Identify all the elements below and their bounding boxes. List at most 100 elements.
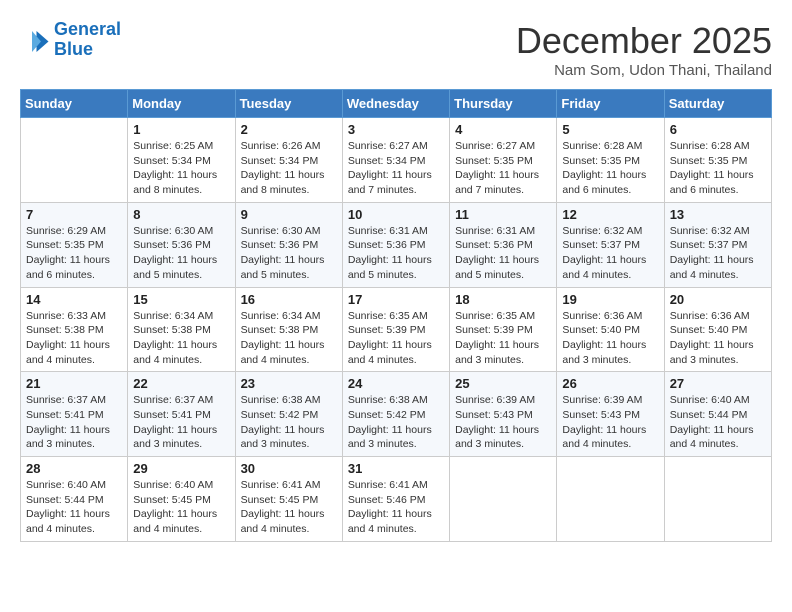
- calendar-cell: 14Sunrise: 6:33 AMSunset: 5:38 PMDayligh…: [21, 287, 128, 372]
- calendar-cell: 31 Sunrise: 6:41 AMSunset: 5:46 PMDayligh…: [342, 457, 449, 542]
- day-info: Sunrise: 6:34 AMSunset: 5:38 PMDaylight:…: [133, 309, 229, 368]
- calendar-cell: 3 Sunrise: 6:27 AMSunset: 5:34 PMDaylight…: [342, 118, 449, 203]
- calendar-cell: 15 Sunrise: 6:34 AMSunset: 5:38 PMDayligh…: [128, 287, 235, 372]
- calendar-week-row: 28 Sunrise: 6:40 AMSunset: 5:44 PMDayligh…: [21, 457, 772, 542]
- weekday-header-tuesday: Tuesday: [235, 90, 342, 118]
- calendar-week-row: 14Sunrise: 6:33 AMSunset: 5:38 PMDayligh…: [21, 287, 772, 372]
- calendar-cell: 1 Sunrise: 6:25 AMSunset: 5:34 PMDaylight…: [128, 118, 235, 203]
- day-number: 15: [133, 292, 229, 307]
- calendar-cell: 24Sunrise: 6:38 AMSunset: 5:42 PMDayligh…: [342, 372, 449, 457]
- day-info: Sunrise: 6:39 AMSunset: 5:43 PMDaylight:…: [562, 393, 658, 452]
- logo-line2: Blue: [54, 39, 93, 59]
- page-header: General Blue December 2025 Nam Som, Udon…: [20, 20, 772, 79]
- day-info: Sunrise: 6:36 AMSunset: 5:40 PMDaylight:…: [670, 309, 766, 368]
- calendar-cell: 16Sunrise: 6:34 AMSunset: 5:38 PMDayligh…: [235, 287, 342, 372]
- day-number: 22: [133, 376, 229, 391]
- day-info: Sunrise: 6:37 AMSunset: 5:41 PMDaylight:…: [133, 393, 229, 452]
- calendar-cell: 5Sunrise: 6:28 AMSunset: 5:35 PMDaylight…: [557, 118, 664, 203]
- day-number: 25: [455, 376, 551, 391]
- calendar-table: SundayMondayTuesdayWednesdayThursdayFrid…: [20, 89, 772, 542]
- day-number: 24: [348, 376, 444, 391]
- logo-line1: General: [54, 19, 121, 39]
- weekday-header-sunday: Sunday: [21, 90, 128, 118]
- calendar-cell: 13 Sunrise: 6:32 AMSunset: 5:37 PMDayligh…: [664, 202, 771, 287]
- day-info: Sunrise: 6:32 AMSunset: 5:37 PMDaylight:…: [562, 224, 658, 283]
- day-info: Sunrise: 6:27 AMSunset: 5:35 PMDaylight:…: [455, 139, 551, 198]
- calendar-cell: [450, 457, 557, 542]
- day-number: 28: [26, 461, 122, 476]
- day-info: Sunrise: 6:30 AMSunset: 5:36 PMDaylight:…: [241, 224, 337, 283]
- logo-text: General Blue: [54, 20, 121, 60]
- day-info: Sunrise: 6:36 AMSunset: 5:40 PMDaylight:…: [562, 309, 658, 368]
- day-number: 3: [348, 122, 444, 137]
- day-number: 29: [133, 461, 229, 476]
- day-number: 16: [241, 292, 337, 307]
- weekday-header-monday: Monday: [128, 90, 235, 118]
- calendar-cell: [557, 457, 664, 542]
- day-number: 2: [241, 122, 337, 137]
- day-number: 1: [133, 122, 229, 137]
- day-number: 23: [241, 376, 337, 391]
- calendar-cell: 8Sunrise: 6:30 AMSunset: 5:36 PMDaylight…: [128, 202, 235, 287]
- day-number: 12: [562, 207, 658, 222]
- calendar-cell: 6Sunrise: 6:28 AMSunset: 5:35 PMDaylight…: [664, 118, 771, 203]
- day-number: 31: [348, 461, 444, 476]
- day-number: 18: [455, 292, 551, 307]
- calendar-cell: [21, 118, 128, 203]
- day-number: 6: [670, 122, 766, 137]
- calendar-week-row: 21 Sunrise: 6:37 AMSunset: 5:41 PMDayligh…: [21, 372, 772, 457]
- calendar-cell: 20 Sunrise: 6:36 AMSunset: 5:40 PMDayligh…: [664, 287, 771, 372]
- day-number: 30: [241, 461, 337, 476]
- day-info: Sunrise: 6:27 AMSunset: 5:34 PMDaylight:…: [348, 139, 444, 198]
- calendar-cell: 21 Sunrise: 6:37 AMSunset: 5:41 PMDayligh…: [21, 372, 128, 457]
- day-info: Sunrise: 6:41 AMSunset: 5:45 PMDaylight:…: [241, 478, 337, 537]
- day-info: Sunrise: 6:38 AMSunset: 5:42 PMDaylight:…: [241, 393, 337, 452]
- day-info: Sunrise: 6:32 AMSunset: 5:37 PMDaylight:…: [670, 224, 766, 283]
- calendar-cell: 4 Sunrise: 6:27 AMSunset: 5:35 PMDaylight…: [450, 118, 557, 203]
- calendar-cell: 11 Sunrise: 6:31 AMSunset: 5:36 PMDayligh…: [450, 202, 557, 287]
- day-number: 19: [562, 292, 658, 307]
- day-number: 11: [455, 207, 551, 222]
- day-number: 14: [26, 292, 122, 307]
- day-number: 13: [670, 207, 766, 222]
- day-info: Sunrise: 6:35 AMSunset: 5:39 PMDaylight:…: [348, 309, 444, 368]
- calendar-week-row: 7Sunrise: 6:29 AMSunset: 5:35 PMDaylight…: [21, 202, 772, 287]
- day-number: 7: [26, 207, 122, 222]
- logo: General Blue: [20, 20, 121, 60]
- day-info: Sunrise: 6:31 AMSunset: 5:36 PMDaylight:…: [455, 224, 551, 283]
- calendar-cell: 12 Sunrise: 6:32 AMSunset: 5:37 PMDayligh…: [557, 202, 664, 287]
- day-info: Sunrise: 6:25 AMSunset: 5:34 PMDaylight:…: [133, 139, 229, 198]
- weekday-header-wednesday: Wednesday: [342, 90, 449, 118]
- day-number: 21: [26, 376, 122, 391]
- calendar-cell: 25Sunrise: 6:39 AMSunset: 5:43 PMDayligh…: [450, 372, 557, 457]
- calendar-cell: 17 Sunrise: 6:35 AMSunset: 5:39 PMDayligh…: [342, 287, 449, 372]
- calendar-cell: 7Sunrise: 6:29 AMSunset: 5:35 PMDaylight…: [21, 202, 128, 287]
- title-block: December 2025 Nam Som, Udon Thani, Thail…: [516, 20, 772, 79]
- calendar-title: December 2025: [516, 20, 772, 62]
- day-info: Sunrise: 6:41 AMSunset: 5:46 PMDaylight:…: [348, 478, 444, 537]
- day-number: 10: [348, 207, 444, 222]
- day-info: Sunrise: 6:40 AMSunset: 5:45 PMDaylight:…: [133, 478, 229, 537]
- calendar-cell: 26Sunrise: 6:39 AMSunset: 5:43 PMDayligh…: [557, 372, 664, 457]
- day-info: Sunrise: 6:40 AMSunset: 5:44 PMDaylight:…: [26, 478, 122, 537]
- calendar-cell: 2Sunrise: 6:26 AMSunset: 5:34 PMDaylight…: [235, 118, 342, 203]
- day-info: Sunrise: 6:40 AMSunset: 5:44 PMDaylight:…: [670, 393, 766, 452]
- day-number: 20: [670, 292, 766, 307]
- calendar-cell: 19 Sunrise: 6:36 AMSunset: 5:40 PMDayligh…: [557, 287, 664, 372]
- day-info: Sunrise: 6:31 AMSunset: 5:36 PMDaylight:…: [348, 224, 444, 283]
- calendar-cell: 28 Sunrise: 6:40 AMSunset: 5:44 PMDayligh…: [21, 457, 128, 542]
- day-number: 17: [348, 292, 444, 307]
- day-number: 4: [455, 122, 551, 137]
- calendar-cell: 10 Sunrise: 6:31 AMSunset: 5:36 PMDayligh…: [342, 202, 449, 287]
- weekday-header-thursday: Thursday: [450, 90, 557, 118]
- calendar-cell: 29 Sunrise: 6:40 AMSunset: 5:45 PMDayligh…: [128, 457, 235, 542]
- day-info: Sunrise: 6:30 AMSunset: 5:36 PMDaylight:…: [133, 224, 229, 283]
- calendar-cell: 23 Sunrise: 6:38 AMSunset: 5:42 PMDayligh…: [235, 372, 342, 457]
- calendar-cell: [664, 457, 771, 542]
- calendar-cell: 30 Sunrise: 6:41 AMSunset: 5:45 PMDayligh…: [235, 457, 342, 542]
- day-info: Sunrise: 6:37 AMSunset: 5:41 PMDaylight:…: [26, 393, 122, 452]
- day-number: 9: [241, 207, 337, 222]
- calendar-cell: 18Sunrise: 6:35 AMSunset: 5:39 PMDayligh…: [450, 287, 557, 372]
- calendar-cell: 9 Sunrise: 6:30 AMSunset: 5:36 PMDaylight…: [235, 202, 342, 287]
- calendar-week-row: 1 Sunrise: 6:25 AMSunset: 5:34 PMDaylight…: [21, 118, 772, 203]
